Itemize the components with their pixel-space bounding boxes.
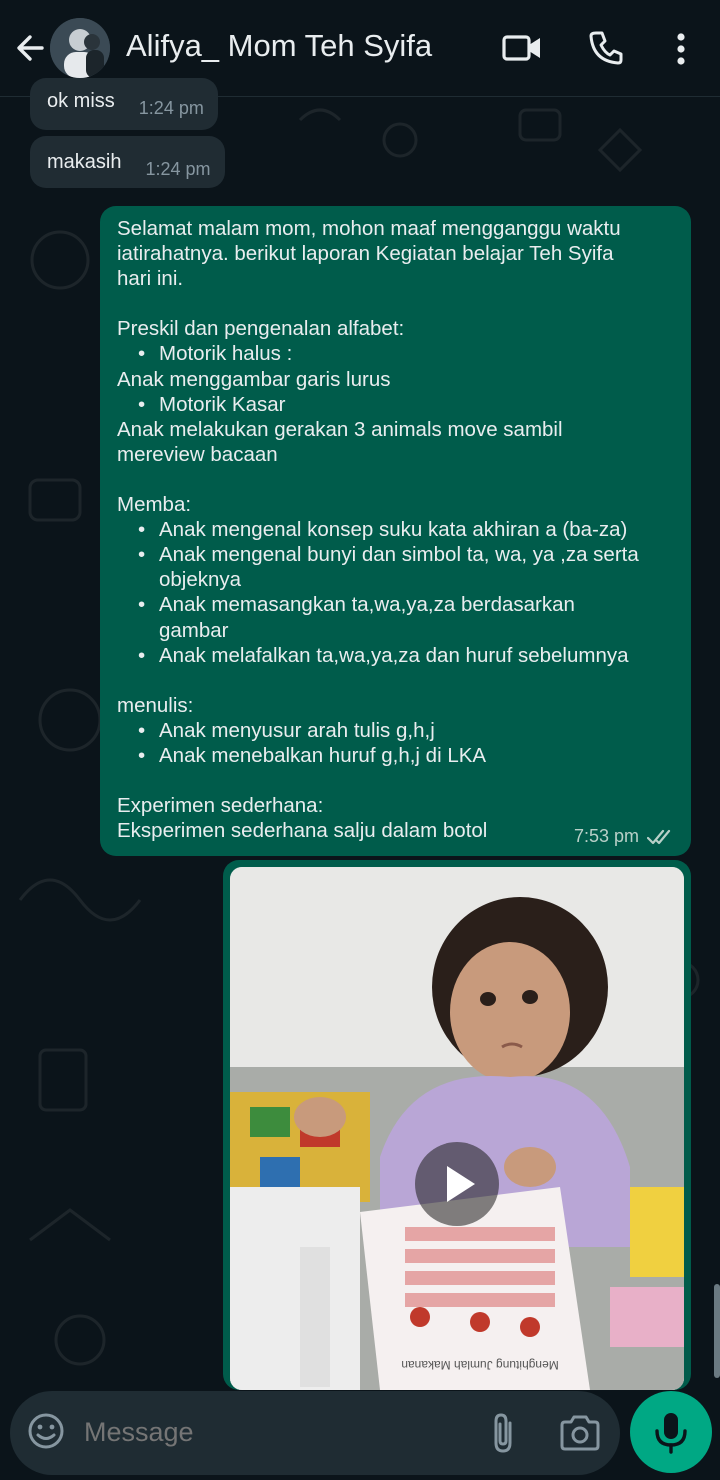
message-meta: 7:53 pm	[574, 826, 675, 847]
bullet-item: Motorik halus :	[117, 341, 675, 366]
bullet-item: Anak memasangkan ta,wa,ya,za berdasarkan	[117, 592, 675, 617]
section-heading: Memba:	[117, 493, 192, 517]
mic-button[interactable]	[630, 1391, 712, 1473]
message-text: makasih	[47, 150, 122, 173]
video-thumbnail[interactable]: Menghitung Jumlah Makanan	[230, 867, 684, 1390]
section-heading: Preskil dan pengenalan alfabet:	[117, 317, 405, 341]
message-text: ok miss	[47, 89, 115, 112]
incoming-message[interactable]: ok miss 1:24 pm	[30, 78, 218, 130]
bullet-item: Anak melafalkan ta,wa,ya,za dan huruf se…	[117, 643, 675, 668]
video-call-icon[interactable]	[502, 32, 542, 64]
outgoing-message[interactable]: Selamat malam mom, mohon maaf mengganggu…	[100, 206, 691, 856]
double-check-icon	[647, 829, 671, 844]
mic-icon	[655, 1413, 687, 1454]
bullet-continuation: objeknya	[159, 568, 242, 592]
voice-call-icon[interactable]	[588, 30, 624, 66]
message-line: iatirahatnya. berikut laporan Kegiatan b…	[117, 242, 614, 266]
message-line: Anak menggambar garis lurus	[117, 367, 391, 391]
message-time: 1:24 pm	[145, 158, 211, 179]
message-line: Anak melakukan gerakan 3 animals move sa…	[117, 417, 563, 441]
bullet-item: Motorik Kasar	[117, 392, 675, 417]
emoji-icon[interactable]	[26, 1411, 66, 1451]
avatar-image	[50, 18, 110, 78]
message-time: 7:53 pm	[573, 826, 639, 846]
incoming-message[interactable]: makasih 1:24 pm	[30, 136, 225, 188]
arrow-left-icon[interactable]	[12, 30, 48, 66]
play-button[interactable]	[415, 1142, 499, 1226]
message-line: Selamat malam mom, mohon maaf mengganggu…	[117, 217, 621, 240]
worksheet-title: Menghitung Jumlah Makanan	[401, 1358, 558, 1372]
video-thumbnail-image: Menghitung Jumlah Makanan	[230, 867, 684, 1390]
bullet-item: Anak menyusur arah tulis g,h,j	[117, 718, 675, 743]
avatar[interactable]	[50, 18, 110, 78]
message-input[interactable]	[84, 1417, 464, 1448]
section-heading: menulis:	[117, 693, 194, 717]
section-heading: Experimen sederhana:	[117, 794, 324, 818]
message-time: 1:24 pm	[138, 97, 204, 118]
attach-icon[interactable]	[486, 1411, 520, 1455]
play-icon	[447, 1166, 475, 1202]
message-input-bar	[10, 1391, 620, 1475]
bullet-item: Anak menebalkan huruf g,h,j di LKA	[117, 743, 675, 768]
video-message[interactable]: Menghitung Jumlah Makanan	[223, 860, 691, 1390]
bullet-item: Anak mengenal konsep suku kata akhiran a…	[117, 517, 675, 542]
scrollbar[interactable]	[714, 1284, 720, 1378]
more-vert-icon[interactable]	[674, 32, 688, 66]
contact-name[interactable]: Alifya_ Mom Teh Syifa	[126, 28, 432, 64]
message-line: mereview bacaan	[117, 442, 278, 466]
message-line: hari ini.	[117, 267, 184, 291]
bullet-continuation: gambar	[159, 618, 229, 642]
camera-icon[interactable]	[558, 1413, 602, 1453]
bullet-item: Anak mengenal bunyi dan simbol ta, wa, y…	[117, 542, 675, 567]
